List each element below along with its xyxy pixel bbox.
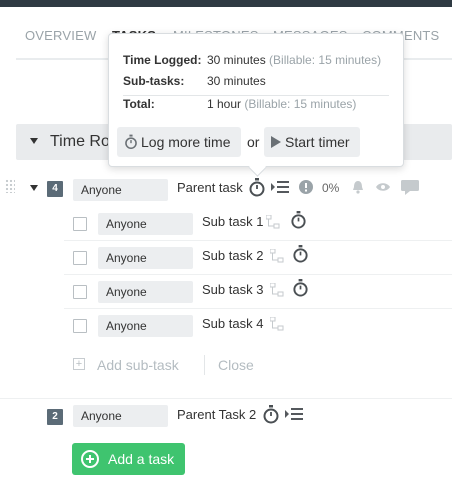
task-name[interactable]: Parent Task 2 [177, 407, 256, 422]
comment-icon[interactable] [401, 180, 419, 195]
progress-percent[interactable]: 0% [322, 181, 339, 195]
subtask-checkbox[interactable] [73, 319, 87, 333]
task-number-badge: 4 [47, 181, 63, 197]
divider [204, 355, 205, 375]
drag-handle-icon[interactable] [5, 179, 15, 193]
subtask-name[interactable]: Sub task 2 [202, 248, 263, 263]
popover-divider [123, 95, 389, 96]
subtask-hierarchy-icon [266, 215, 280, 229]
stopwatch-icon[interactable] [262, 405, 280, 424]
top-bar [0, 0, 452, 7]
subtask-name[interactable]: Sub task 3 [202, 282, 263, 297]
priority-icon[interactable] [299, 180, 313, 194]
task-row-parent: 2 Anyone Parent Task 2 [0, 400, 452, 434]
subtask-name[interactable]: Sub task 1 [202, 214, 263, 229]
tasklist-title: Time Ro [50, 133, 110, 150]
start-timer-button[interactable]: Start timer [264, 127, 360, 157]
subtask-hierarchy-icon [270, 317, 284, 331]
expand-caret-icon[interactable] [30, 185, 38, 191]
subtasks-label: Sub-tasks: [123, 74, 185, 88]
subtasks-value: 30 minutes [207, 74, 266, 88]
task-details-icon[interactable] [285, 407, 303, 421]
add-task-label: Add a task [108, 451, 175, 467]
time-logged-value: 30 minutes (Billable: 15 minutes) [207, 53, 381, 67]
time-logged-amount: 30 minutes [207, 53, 266, 67]
log-more-time-button[interactable]: Log more time [117, 127, 241, 157]
task-number-badge: 2 [47, 409, 63, 425]
subtask-checkbox[interactable] [73, 251, 87, 265]
task-name[interactable]: Parent task [177, 180, 243, 195]
assignee-select[interactable]: Anyone [73, 405, 168, 427]
close-link[interactable]: Close [218, 357, 254, 373]
time-tracking-popover: Time Logged: 30 minutes (Billable: 15 mi… [108, 33, 404, 177]
subtask-hierarchy-icon [270, 283, 284, 297]
stopwatch-icon [125, 134, 137, 149]
add-subtask-input[interactable]: Add sub-task [97, 357, 179, 373]
subtask-name[interactable]: Sub task 4 [202, 316, 263, 331]
subtask-checkbox[interactable] [73, 217, 87, 231]
assignee-select[interactable]: Anyone [98, 213, 193, 235]
stopwatch-icon[interactable] [292, 279, 309, 297]
bell-icon[interactable] [352, 180, 364, 194]
collapse-caret-icon[interactable] [30, 138, 38, 144]
total-billable: (Billable: 15 minutes) [244, 97, 357, 111]
subtask-row: Anyone Sub task 1 [0, 206, 452, 240]
total-value: 1 hour (Billable: 15 minutes) [207, 97, 356, 111]
total-label: Total: [123, 97, 155, 111]
time-logged-billable: (Billable: 15 minutes) [269, 53, 382, 67]
add-task-button[interactable]: Add a task [72, 443, 185, 475]
subtask-checkbox[interactable] [73, 285, 87, 299]
stopwatch-icon[interactable] [292, 245, 309, 263]
plus-circle-icon [81, 450, 99, 468]
total-amount: 1 hour [207, 97, 242, 111]
section-divider [0, 398, 452, 399]
subtask-row: Anyone Sub task 4 [0, 308, 452, 342]
play-icon [271, 136, 281, 148]
assignee-select[interactable]: Anyone [98, 247, 193, 269]
task-row-parent: 4 Anyone Parent task 0% [0, 172, 452, 206]
subtask-hierarchy-icon [270, 249, 284, 263]
or-text: or [247, 134, 260, 150]
eye-icon[interactable] [376, 182, 390, 192]
tab-overview[interactable]: OVERVIEW [25, 28, 96, 43]
add-subtask-plus-icon[interactable]: + [73, 358, 85, 370]
assignee-select[interactable]: Anyone [73, 179, 168, 201]
assignee-select[interactable]: Anyone [98, 281, 193, 303]
task-details-icon[interactable] [271, 180, 289, 194]
stopwatch-icon[interactable] [248, 178, 266, 197]
subtask-row: Anyone Sub task 2 [0, 240, 452, 274]
log-more-time-label: Log more time [141, 134, 231, 150]
assignee-select[interactable]: Anyone [98, 315, 193, 337]
time-logged-label: Time Logged: [123, 53, 202, 67]
stopwatch-icon[interactable] [290, 211, 307, 229]
start-timer-label: Start timer [285, 134, 350, 150]
subtask-row: Anyone Sub task 3 [0, 274, 452, 308]
